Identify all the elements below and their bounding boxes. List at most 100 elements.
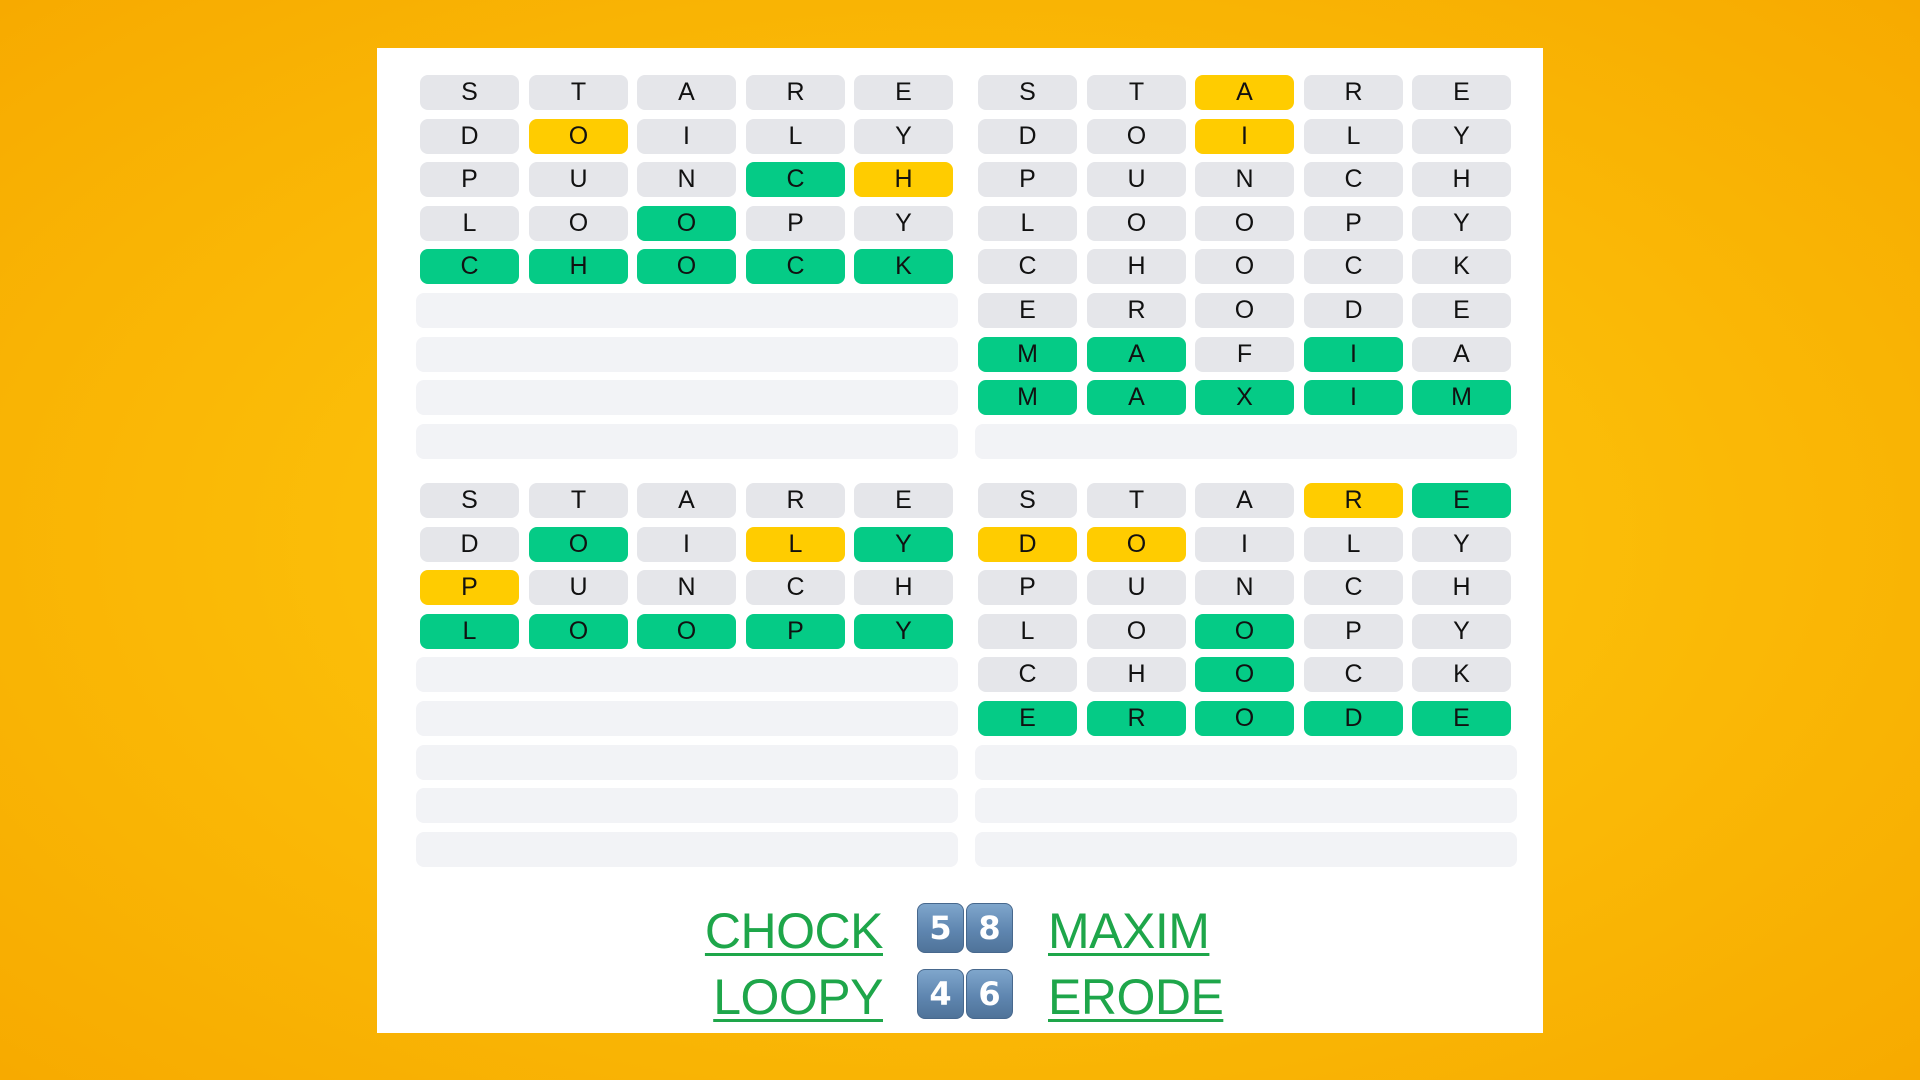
tile-absent: H [1412, 162, 1511, 197]
empty-row [975, 745, 1517, 780]
tile-absent: E [978, 293, 1077, 328]
tile-present: L [746, 527, 845, 562]
tile-absent: L [420, 206, 519, 241]
empty-row [975, 788, 1517, 823]
tile-absent: I [1195, 527, 1294, 562]
keycap-digit-icon: 6 [966, 969, 1013, 1019]
tile-correct: E [978, 701, 1077, 736]
tile-correct: C [746, 249, 845, 284]
tile-absent: A [637, 75, 736, 110]
tile-absent: D [420, 119, 519, 154]
tile-absent: L [746, 119, 845, 154]
tile-absent: L [1304, 119, 1403, 154]
tile-absent: I [637, 527, 736, 562]
tile-absent: T [1087, 75, 1186, 110]
tile-absent: O [1195, 293, 1294, 328]
tile-absent: O [1087, 119, 1186, 154]
tile-absent: P [1304, 614, 1403, 649]
tile-absent: D [978, 119, 1077, 154]
tile-correct: Y [854, 527, 953, 562]
empty-row [975, 832, 1517, 867]
tile-absent: P [746, 206, 845, 241]
tile-present: O [529, 119, 628, 154]
tile-absent: U [1087, 570, 1186, 605]
tile-absent: C [978, 249, 1077, 284]
tile-absent: N [637, 162, 736, 197]
answer-link-loopy[interactable]: LOOPY [713, 972, 883, 1022]
tile-correct: H [529, 249, 628, 284]
tile-absent: C [978, 657, 1077, 692]
tile-absent: P [978, 570, 1077, 605]
tile-absent: U [1087, 162, 1186, 197]
answer-link-erode[interactable]: ERODE [1048, 972, 1224, 1022]
tile-correct: X [1195, 380, 1294, 415]
tile-correct: A [1087, 337, 1186, 372]
tile-correct: M [978, 380, 1077, 415]
tile-absent: R [746, 75, 845, 110]
tile-correct: I [1304, 380, 1403, 415]
tile-present: P [420, 570, 519, 605]
keycap-digit-icon: 8 [966, 903, 1013, 953]
tile-absent: D [1304, 293, 1403, 328]
tile-absent: Y [854, 119, 953, 154]
tile-absent: H [1087, 657, 1186, 692]
empty-row [416, 701, 958, 736]
tile-absent: O [1087, 614, 1186, 649]
empty-row [416, 380, 958, 415]
tile-present: I [1195, 119, 1294, 154]
tile-absent: K [1412, 657, 1511, 692]
tile-present: O [1087, 527, 1186, 562]
tile-absent: Y [1412, 527, 1511, 562]
tile-correct: M [978, 337, 1077, 372]
tile-absent: A [1195, 483, 1294, 518]
tile-absent: H [1087, 249, 1186, 284]
guess-count-keycaps: 5 8 [917, 903, 1013, 953]
tile-absent: L [978, 206, 1077, 241]
tile-correct: O [1195, 701, 1294, 736]
tile-absent: I [637, 119, 736, 154]
tile-correct: O [637, 206, 736, 241]
tile-absent: O [1087, 206, 1186, 241]
empty-row [416, 424, 958, 459]
tile-absent: S [978, 483, 1077, 518]
tile-absent: T [529, 75, 628, 110]
tile-correct: C [420, 249, 519, 284]
answer-link-chock[interactable]: CHOCK [705, 906, 884, 956]
empty-row [416, 745, 958, 780]
tile-absent: O [1195, 206, 1294, 241]
empty-row [416, 657, 958, 692]
tile-absent: C [1304, 162, 1403, 197]
tile-absent: S [420, 483, 519, 518]
tile-absent: P [1304, 206, 1403, 241]
tile-correct: E [1412, 483, 1511, 518]
tile-correct: O [637, 249, 736, 284]
tile-absent: C [1304, 570, 1403, 605]
tile-absent: T [1087, 483, 1186, 518]
tile-correct: I [1304, 337, 1403, 372]
tile-present: R [1304, 483, 1403, 518]
tile-correct: R [1087, 701, 1186, 736]
tile-absent: R [1304, 75, 1403, 110]
tile-correct: D [1304, 701, 1403, 736]
tile-absent: D [420, 527, 519, 562]
answer-link-maxim[interactable]: MAXIM [1048, 906, 1210, 956]
tile-absent: K [1412, 249, 1511, 284]
tile-absent: E [854, 75, 953, 110]
tile-absent: Y [1412, 614, 1511, 649]
tile-correct: L [420, 614, 519, 649]
tile-absent: P [978, 162, 1077, 197]
tile-correct: A [1087, 380, 1186, 415]
tile-absent: O [529, 206, 628, 241]
tile-correct: O [1195, 657, 1294, 692]
tile-absent: C [746, 570, 845, 605]
empty-row [416, 293, 958, 328]
tile-absent: L [1304, 527, 1403, 562]
tile-absent: O [1195, 249, 1294, 284]
tile-correct: O [1195, 614, 1294, 649]
tile-correct: O [529, 614, 628, 649]
tile-absent: C [1304, 657, 1403, 692]
keycap-digit-icon: 5 [917, 903, 964, 953]
tile-absent: T [529, 483, 628, 518]
tile-absent: Y [854, 206, 953, 241]
tile-absent: U [529, 162, 628, 197]
